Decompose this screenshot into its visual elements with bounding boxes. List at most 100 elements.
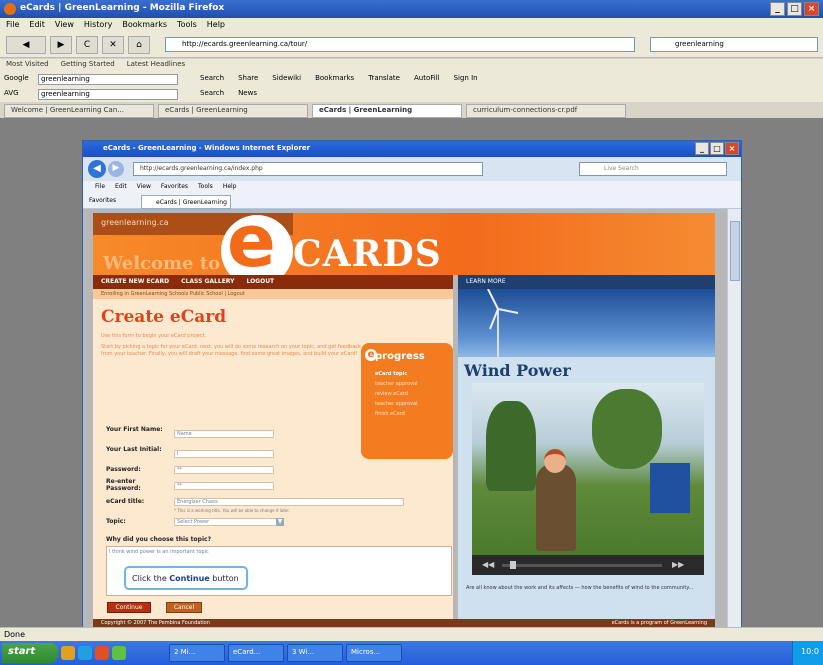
ie-menu-tools[interactable]: Tools bbox=[198, 183, 213, 193]
stop-button[interactable]: ✕ bbox=[102, 36, 124, 54]
ecard-title-input[interactable]: Energizer Chaos bbox=[174, 498, 404, 506]
firefox-search-input[interactable]: greenlearning bbox=[650, 37, 818, 52]
menu-help[interactable]: Help bbox=[207, 20, 225, 32]
taskbar-item-3[interactable]: 3 Wi... bbox=[287, 644, 343, 662]
menu-edit[interactable]: Edit bbox=[29, 20, 45, 32]
fast-forward-icon[interactable]: ▶▶ bbox=[672, 560, 684, 569]
taskbar-item-1[interactable]: 2 Mi... bbox=[169, 644, 225, 662]
avg-news-button[interactable]: News bbox=[238, 89, 257, 97]
chevron-down-icon[interactable]: ▼ bbox=[276, 518, 284, 526]
ie-favorites-button[interactable]: Favorites bbox=[89, 197, 116, 204]
rewind-icon[interactable]: ◀◀ bbox=[482, 560, 494, 569]
intro-line-1: Use this form to begin your eCard projec… bbox=[101, 333, 207, 339]
ie-tab[interactable]: eCards | GreenLearning bbox=[141, 195, 231, 209]
maximize-button[interactable]: □ bbox=[787, 2, 802, 16]
ie-menu-favorites[interactable]: Favorites bbox=[161, 183, 188, 193]
bookmark-getting-started[interactable]: Getting Started bbox=[61, 60, 115, 72]
topic-description: Are all know about the work and its affe… bbox=[466, 585, 694, 591]
learn-more-nav[interactable]: LEARN MORE bbox=[458, 275, 715, 289]
google-bookmarks-button[interactable]: Bookmarks bbox=[315, 74, 354, 82]
google-sidewiki-button[interactable]: Sidewiki bbox=[272, 74, 301, 82]
tab-welcome[interactable]: Welcome | GreenLearning Can... bbox=[4, 104, 154, 118]
ecards-logo-e: e bbox=[227, 213, 276, 275]
nav-create-new-ecard[interactable]: CREATE NEW ECARD bbox=[101, 278, 169, 289]
google-autofill-button[interactable]: AutoFill bbox=[414, 74, 440, 82]
first-name-label: Your First Name: bbox=[106, 426, 163, 433]
progress-step-review: review eCard bbox=[375, 391, 408, 397]
ie-scrollbar[interactable] bbox=[727, 209, 741, 628]
google-share-button[interactable]: Share bbox=[238, 74, 258, 82]
ie-menu-view[interactable]: View bbox=[137, 183, 151, 193]
app-quicklaunch-icon[interactable] bbox=[112, 646, 126, 660]
ie-maximize-button[interactable]: □ bbox=[710, 142, 724, 155]
ie-menu-edit[interactable]: Edit bbox=[115, 183, 127, 193]
ie-back-icon[interactable]: ◀ bbox=[88, 160, 106, 178]
nav-logout[interactable]: LOGOUT bbox=[246, 278, 274, 289]
reenter-password-label: Re-enter Password: bbox=[106, 478, 141, 492]
why-topic-label: Why did you choose this topic? bbox=[106, 536, 212, 543]
ie-title-bar: eCards - GreenLearning - Windows Interne… bbox=[83, 141, 741, 157]
reenter-password-input[interactable]: ** bbox=[174, 482, 274, 490]
taskbar-item-4[interactable]: Micros... bbox=[346, 644, 402, 662]
ie-search-input[interactable]: Live Search bbox=[579, 162, 727, 176]
bookmarks-toolbar: Most Visited Getting Started Latest Head… bbox=[0, 59, 823, 72]
start-button[interactable]: start bbox=[2, 643, 58, 663]
menu-view[interactable]: View bbox=[55, 20, 74, 32]
nav-class-gallery[interactable]: CLASS GALLERY bbox=[181, 278, 234, 289]
firefox-menu-bar: File Edit View History Bookmarks Tools H… bbox=[0, 18, 823, 32]
topic-heading: Wind Power bbox=[464, 361, 571, 380]
forward-button[interactable]: ▶ bbox=[50, 36, 72, 54]
ie-forward-icon[interactable]: ▶ bbox=[108, 161, 124, 177]
avg-search-input[interactable]: greenlearning bbox=[38, 89, 178, 100]
cancel-button[interactable]: Cancel bbox=[166, 602, 202, 613]
reload-button[interactable]: C bbox=[76, 36, 98, 54]
learn-more-panel: Wind Power ◀◀ ▶▶ Are all know about the … bbox=[458, 288, 715, 619]
ie-quicklaunch-icon[interactable] bbox=[78, 646, 92, 660]
menu-history[interactable]: History bbox=[84, 20, 112, 32]
quicklaunch-icon[interactable] bbox=[61, 646, 75, 660]
video-progress-bar[interactable] bbox=[502, 564, 662, 567]
avg-label: AVG bbox=[4, 89, 19, 97]
google-search-button[interactable]: Search bbox=[200, 74, 224, 82]
minimize-button[interactable]: _ bbox=[770, 2, 785, 16]
tab-ecards-1[interactable]: eCards | GreenLearning bbox=[158, 104, 308, 118]
ie-url-input[interactable]: http://ecards.greenlearning.ca/index.php bbox=[133, 162, 483, 176]
firefox-tab-strip: Welcome | GreenLearning Can... eCards | … bbox=[0, 102, 823, 118]
topic-select[interactable]: Select Power bbox=[174, 518, 284, 526]
home-button[interactable]: ⌂ bbox=[128, 36, 150, 54]
firefox-logo-icon bbox=[4, 3, 16, 15]
ecards-logo-text: CARDS bbox=[293, 233, 442, 275]
first-name-input[interactable]: Name bbox=[174, 430, 274, 438]
video-frame bbox=[472, 383, 704, 555]
ie-menu-help[interactable]: Help bbox=[223, 183, 237, 193]
tab-ecards-active[interactable]: eCards | GreenLearning bbox=[312, 104, 462, 118]
menu-bookmarks[interactable]: Bookmarks bbox=[122, 20, 167, 32]
firefox-quicklaunch-icon[interactable] bbox=[95, 646, 109, 660]
video-scrubber[interactable] bbox=[510, 561, 516, 569]
ie-menu-file[interactable]: File bbox=[95, 183, 105, 193]
firefox-title-bar: eCards | GreenLearning - Mozilla Firefox… bbox=[0, 0, 823, 18]
last-initial-input[interactable]: I bbox=[174, 450, 274, 458]
ie-minimize-button[interactable]: _ bbox=[695, 142, 709, 155]
turbine-icon bbox=[487, 288, 519, 357]
avg-search-button[interactable]: Search bbox=[200, 89, 224, 97]
google-translate-button[interactable]: Translate bbox=[368, 74, 400, 82]
bookmark-most-visited[interactable]: Most Visited bbox=[6, 60, 49, 72]
taskbar-item-2[interactable]: eCard... bbox=[228, 644, 284, 662]
ie-close-button[interactable]: × bbox=[725, 142, 739, 155]
close-button[interactable]: × bbox=[804, 2, 819, 16]
password-input[interactable]: ** bbox=[174, 466, 274, 474]
menu-file[interactable]: File bbox=[6, 20, 19, 32]
google-sign-in-link[interactable]: Sign In bbox=[454, 74, 478, 82]
ie-scrollbar-thumb[interactable] bbox=[730, 221, 740, 281]
menu-tools[interactable]: Tools bbox=[177, 20, 197, 32]
continue-button[interactable]: Continue bbox=[107, 602, 151, 613]
bookmark-latest-headlines[interactable]: Latest Headlines bbox=[127, 60, 185, 72]
continue-tooltip: Click the Continue button bbox=[124, 566, 248, 590]
video-player[interactable]: ◀◀ ▶▶ bbox=[472, 383, 704, 575]
tab-pdf[interactable]: curriculum-connections-cr.pdf bbox=[466, 104, 626, 118]
progress-step-approval-1: teacher approval bbox=[375, 381, 418, 387]
back-button[interactable]: ◀ bbox=[6, 36, 46, 54]
google-search-input[interactable]: greenlearning bbox=[38, 74, 178, 85]
firefox-url-bar[interactable]: http://ecards.greenlearning.ca/tour/ bbox=[165, 37, 635, 52]
